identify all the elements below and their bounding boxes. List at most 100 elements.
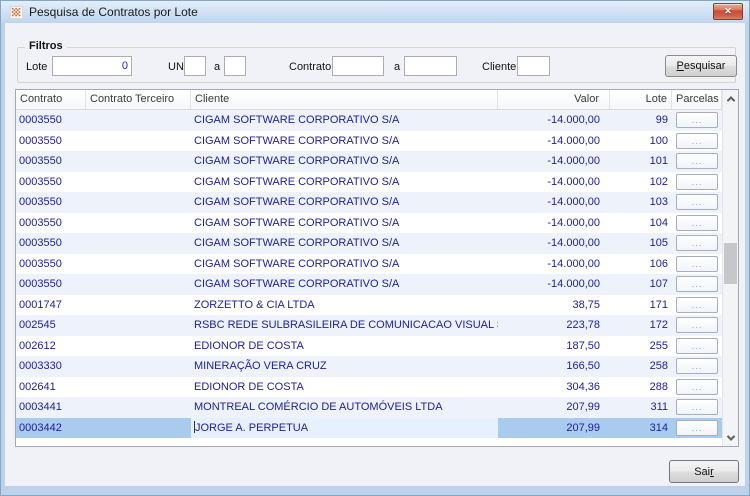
table-row[interactable]: 0003550 CIGAM SOFTWARE CORPORATIVO S/A -14… <box>16 130 722 152</box>
cliente-input[interactable] <box>517 56 550 76</box>
grid-header: Contrato Contrato Terceiro Cliente Valor Lot… <box>16 90 722 110</box>
cell-contrato_terceiro <box>86 295 191 316</box>
cell-contrato: 002641 <box>19 380 56 393</box>
cell-contrato_terceiro <box>86 377 191 398</box>
cell-contrato_terceiro <box>86 192 191 213</box>
column-header-cliente[interactable]: Cliente <box>191 90 498 109</box>
column-header-lote[interactable]: Lote <box>610 90 672 109</box>
cell-valor: -14.000,00 <box>547 155 600 167</box>
cell-parcelas: ... <box>672 397 722 418</box>
cell-contrato_terceiro <box>86 131 191 152</box>
column-header-contrato_terceiro[interactable]: Contrato Terceiro <box>86 90 191 109</box>
app-icon <box>10 5 23 19</box>
table-row[interactable]: 0003442 JORGE A. PERPETUA 207,99 314... <box>16 417 722 438</box>
parcelas-button[interactable]: ... <box>676 378 718 395</box>
cell-parcelas: ... <box>672 151 722 172</box>
parcelas-button[interactable]: ... <box>676 153 718 170</box>
cell-cliente: MINERAÇÃO VERA CRUZ <box>194 360 327 372</box>
table-row[interactable]: 0003550 CIGAM SOFTWARE CORPORATIVO S/A -14… <box>16 151 722 172</box>
column-header-valor[interactable]: Valor <box>498 90 610 109</box>
parcelas-button[interactable]: ... <box>676 399 718 416</box>
cell-contrato_terceiro <box>86 151 191 172</box>
table-row[interactable]: 0003550 CIGAM SOFTWARE CORPORATIVO S/A -14… <box>16 233 722 254</box>
cell-valor: 223,78 <box>566 319 600 331</box>
cell-valor: 304,36 <box>566 380 600 393</box>
table-row[interactable]: 0003441 MONTREAL COMÉRCIO DE AUTOMÓVEIS L… <box>16 397 722 418</box>
table-row[interactable]: 002612 EDIONOR DE COSTA 187,50 255... <box>16 335 722 356</box>
parcelas-button[interactable]: ... <box>676 214 718 231</box>
cell-contrato_terceiro <box>86 172 191 193</box>
cell-lote: 311 <box>650 401 668 413</box>
scrollbar-thumb[interactable] <box>724 243 737 284</box>
cell-contrato: 0003550 <box>19 257 62 270</box>
cell-valor: -14.000,00 <box>547 216 600 229</box>
scrollbar-down-button[interactable] <box>723 429 738 446</box>
cell-lote: 101 <box>649 155 668 167</box>
exit-button[interactable]: Sai r <box>669 460 739 483</box>
cell-cliente: CIGAM SOFTWARE CORPORATIVO S/A <box>194 134 400 147</box>
cell-cliente: CIGAM SOFTWARE CORPORATIVO S/A <box>194 216 400 229</box>
cell-lote: 100 <box>649 134 668 147</box>
cell-parcelas: ... <box>672 295 722 316</box>
cell-cliente: RSBC REDE SULBRASILEIRA DE COMUNICACAO V… <box>194 319 498 331</box>
cell-lote: 255 <box>649 339 668 352</box>
un-from-input[interactable] <box>184 56 206 76</box>
parcelas-button[interactable]: ... <box>676 194 718 211</box>
search-button[interactable]: Pesquisar <box>665 55 737 77</box>
vertical-scrollbar <box>722 90 738 446</box>
column-header-contrato[interactable]: Contrato <box>16 90 86 109</box>
cell-lote: 103 <box>649 196 668 208</box>
cell-contrato: 0003442 <box>16 417 86 438</box>
table-row[interactable]: 002545 RSBC REDE SULBRASILEIRA DE COMUNIC… <box>16 315 722 336</box>
parcelas-button[interactable]: ... <box>676 255 718 272</box>
cell-contrato_terceiro <box>86 213 191 234</box>
dialog-window: Pesquisa de Contratos por Lote ✕ Filtros… <box>0 0 750 496</box>
contrato-to-input[interactable] <box>404 56 457 76</box>
cell-lote: 99 <box>655 114 668 126</box>
parcelas-button[interactable]: ... <box>676 132 718 149</box>
table-row[interactable]: 0003330 MINERAÇÃO VERA CRUZ 166,50 258... <box>16 356 722 377</box>
table-row[interactable]: 0003550 CIGAM SOFTWARE CORPORATIVO S/A -14… <box>16 253 722 274</box>
table-row[interactable]: 0001747 ZORZETTO & CIA LTDA 38,75 171... <box>16 294 722 316</box>
table-row[interactable]: 002641 EDIONOR DE COSTA 304,36 288... <box>16 376 722 398</box>
parcelas-button[interactable]: ... <box>676 317 718 334</box>
cell-cliente: MONTREAL COMÉRCIO DE AUTOMÓVEIS LTDA <box>194 401 443 413</box>
cell-cliente: EDIONOR DE COSTA <box>194 339 304 352</box>
parcelas-button[interactable]: ... <box>676 173 718 190</box>
titlebar[interactable]: Pesquisa de Contratos por Lote ✕ <box>1 1 749 23</box>
chevron-up-icon <box>726 95 735 105</box>
contrato-range-separator: a <box>394 61 401 73</box>
cell-cliente: CIGAM SOFTWARE CORPORATIVO S/A <box>194 278 400 290</box>
cell-parcelas: ... <box>672 233 722 254</box>
parcelas-button[interactable]: ... <box>676 235 718 252</box>
column-header-parcelas[interactable]: Parcelas <box>672 90 722 109</box>
parcelas-button[interactable]: ... <box>676 296 718 313</box>
cell-lote: 171 <box>649 298 668 311</box>
scrollbar-up-button[interactable] <box>723 90 738 107</box>
parcelas-button[interactable]: ... <box>676 358 718 375</box>
lote-input[interactable] <box>52 56 132 76</box>
table-row[interactable]: 0003550 CIGAM SOFTWARE CORPORATIVO S/A -14… <box>16 274 722 295</box>
table-row[interactable]: 0003550 CIGAM SOFTWARE CORPORATIVO S/A -14… <box>16 110 722 131</box>
table-row[interactable]: 0003550 CIGAM SOFTWARE CORPORATIVO S/A -14… <box>16 212 722 234</box>
parcelas-button[interactable]: ... <box>676 276 718 293</box>
cell-contrato: 0001747 <box>19 298 62 311</box>
parcelas-button[interactable]: ... <box>676 112 718 129</box>
text-cursor <box>194 420 195 433</box>
cell-contrato_terceiro <box>86 397 191 418</box>
cell-contrato: 0003330 <box>19 360 62 372</box>
cell-valor: -14.000,00 <box>547 175 600 188</box>
contrato-from-input[interactable] <box>332 56 384 76</box>
cliente-label: Cliente <box>482 61 517 73</box>
table-row[interactable]: 0003550 CIGAM SOFTWARE CORPORATIVO S/A -14… <box>16 192 722 213</box>
cell-cliente: CIGAM SOFTWARE CORPORATIVO S/A <box>194 114 400 126</box>
close-button[interactable]: ✕ <box>713 3 743 20</box>
cell-lote: 288 <box>649 380 668 393</box>
cell-valor: 166,50 <box>566 360 600 372</box>
un-to-input[interactable] <box>224 56 246 76</box>
parcelas-button[interactable]: ... <box>676 419 718 436</box>
table-row[interactable]: 0003550 CIGAM SOFTWARE CORPORATIVO S/A -14… <box>16 171 722 193</box>
close-icon: ✕ <box>724 6 732 16</box>
cell-contrato: 0003550 <box>19 237 62 249</box>
parcelas-button[interactable]: ... <box>676 337 718 354</box>
